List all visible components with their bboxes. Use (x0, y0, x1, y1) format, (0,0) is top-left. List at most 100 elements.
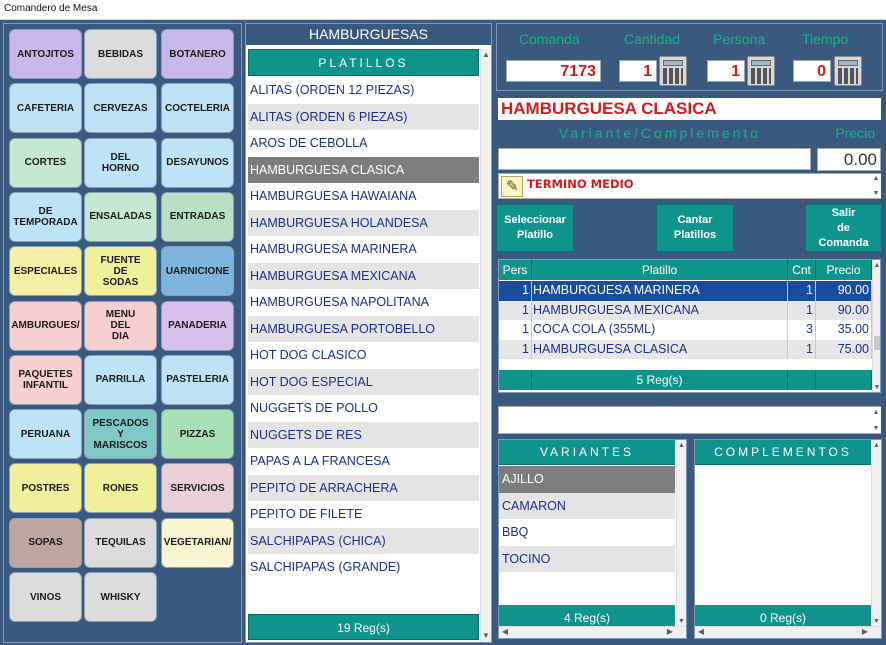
dish-list-item[interactable]: HOT DOG CLASICO (248, 342, 479, 369)
dish-list-item[interactable]: SALCHIPAPAS (CHICA) (248, 527, 479, 554)
category-button[interactable]: WHISKY (84, 572, 157, 622)
scroll-down-icon[interactable]: ▼ (871, 188, 881, 198)
cantidad-field[interactable]: 1 (619, 60, 657, 82)
dish-list-item[interactable]: HAMBURGUESA NAPOLITANA (248, 289, 479, 316)
scroll-right-icon[interactable]: ▶ (664, 627, 676, 638)
variants-hscrollbar[interactable]: ◀ ▶ (499, 626, 686, 638)
category-button[interactable]: RONES (84, 463, 157, 514)
dish-list-item[interactable]: HAMBURGUESA HOLANDESA (248, 209, 479, 236)
scroll-down-icon[interactable]: ▼ (677, 616, 686, 626)
category-button[interactable]: DEL HORNO (84, 137, 157, 188)
dish-list-item[interactable]: HOT DOG ESPECIAL (248, 368, 479, 395)
scroll-up-icon[interactable]: ▲ (481, 49, 491, 61)
scroll-up-icon[interactable]: ▲ (873, 260, 880, 270)
scroll-down-icon[interactable]: ▼ (873, 382, 880, 392)
category-button[interactable]: PAQUETES INFANTIL (9, 354, 82, 405)
edit-note-icon[interactable] (501, 176, 523, 197)
category-button[interactable]: PARRILLA (84, 354, 157, 405)
category-button[interactable]: ANTOJITOS (9, 29, 82, 79)
dish-list-item[interactable]: NUGGETS DE POLLO (248, 395, 479, 422)
scroll-up-icon[interactable]: ▲ (677, 440, 686, 450)
dish-list-item[interactable]: SALCHIPAPAS (GRANDE) (248, 554, 479, 581)
category-button[interactable]: VINOS (9, 572, 82, 622)
table-row[interactable]: 1 HAMBURGUESA MEXICANA 1 90.00 (499, 300, 872, 320)
dish-list-item[interactable]: ALITAS (ORDEN 12 PIEZAS) (248, 77, 479, 104)
table-row[interactable]: 1 HAMBURGUESA MARINERA 1 90.00 (499, 281, 872, 301)
variant-input[interactable] (498, 148, 811, 170)
category-button[interactable]: ESPECIALES (9, 246, 82, 297)
dish-list-item[interactable]: HAMBURGUESA CLASICA (248, 156, 479, 183)
category-button[interactable]: PANADERIA (161, 300, 234, 351)
complements-scrollbar[interactable]: ▲ ▼ (871, 440, 881, 626)
category-button[interactable]: PESCADOS Y MARISCOS (84, 409, 157, 460)
category-button[interactable]: ENSALADAS (84, 191, 157, 242)
category-button[interactable]: CORTES (9, 137, 82, 188)
comments-field[interactable]: ▲ ▼ (498, 406, 881, 434)
category-button[interactable]: PERUANA (9, 409, 82, 460)
scroll-down-icon[interactable]: ▼ (481, 630, 491, 642)
comanda-label: Comanda (519, 31, 580, 47)
category-button[interactable]: CERVEZAS (84, 83, 157, 134)
scroll-down-icon[interactable]: ▼ (871, 423, 881, 433)
category-button[interactable]: UARNICIONE (161, 246, 234, 297)
category-button[interactable]: MENU DEL DIA (84, 300, 157, 351)
tiempo-calculator-icon[interactable] (834, 56, 862, 86)
dish-list-item[interactable]: PAPAS A LA FRANCESA (248, 448, 479, 475)
scroll-up-icon[interactable]: ▲ (872, 440, 881, 450)
persona-calculator-icon[interactable] (747, 56, 775, 86)
dish-list-item[interactable]: HAMBURGUESA PORTOBELLO (248, 315, 479, 342)
dish-list-item[interactable]: HAMBURGUESA MARINERA (248, 236, 479, 263)
note-scrollbar[interactable]: ▲ ▼ (871, 174, 881, 198)
category-button[interactable]: COCTELERIA (161, 83, 234, 134)
category-button[interactable]: SERVICIOS (161, 463, 234, 514)
price-input[interactable]: 0.00 (817, 148, 881, 171)
variants-scrollbar[interactable]: ▲ ▼ (676, 440, 686, 626)
category-button[interactable]: FUENTE DE SODAS (84, 246, 157, 297)
select-dish-button[interactable]: Seleccionar Platillo (496, 204, 574, 252)
category-button[interactable]: SOPAS (9, 517, 82, 568)
category-button[interactable]: ENTRADAS (161, 191, 234, 242)
category-button[interactable]: VEGETARIAN/ (161, 517, 234, 568)
category-button[interactable]: POSTRES (9, 463, 82, 514)
variant-list-item[interactable]: CAMARON (499, 492, 675, 519)
dish-list-item[interactable]: ALITAS (ORDEN 6 PIEZAS) (248, 103, 479, 130)
complements-hscrollbar[interactable]: ◀ ▶ (695, 626, 881, 638)
scroll-left-icon[interactable]: ◀ (499, 627, 511, 638)
category-button[interactable]: BEBIDAS (84, 29, 157, 79)
category-button[interactable]: CAFETERIA (9, 83, 82, 134)
scroll-right-icon[interactable]: ▶ (859, 627, 871, 638)
scroll-up-icon[interactable]: ▲ (871, 173, 881, 183)
dish-list-item[interactable]: PEPITO DE FILETE (248, 501, 479, 528)
persona-field[interactable]: 1 (707, 60, 745, 82)
grid-record-count: 5 Reg(s) (532, 370, 788, 390)
category-button[interactable]: TEQUILAS (84, 517, 157, 568)
scroll-left-icon[interactable]: ◀ (695, 627, 707, 638)
dishes-scrollbar[interactable]: ▲ ▼ (480, 49, 491, 642)
category-button[interactable]: AMBURGUES/ (9, 300, 82, 351)
table-row[interactable]: 1 HAMBURGUESA CLASICA 1 75.00 (499, 339, 872, 359)
cantidad-calculator-icon[interactable] (659, 56, 687, 86)
scroll-down-icon[interactable]: ▼ (872, 616, 881, 626)
sing-dishes-button[interactable]: Cantar Platillos (656, 204, 734, 252)
grid-scroll-thumb[interactable] (874, 336, 880, 350)
scroll-up-icon[interactable]: ▲ (871, 407, 881, 417)
comments-scrollbar[interactable]: ▲ ▼ (871, 407, 881, 433)
category-button[interactable]: DE TEMPORADA (9, 191, 82, 242)
exit-order-button[interactable]: Salir de Comanda (805, 204, 882, 252)
variant-list-item[interactable]: BBQ (499, 519, 675, 546)
tiempo-field[interactable]: 0 (793, 60, 831, 82)
dish-list-item[interactable]: AROS DE CEBOLLA (248, 130, 479, 157)
variant-list-item[interactable]: TOCINO (499, 545, 675, 572)
category-button[interactable]: BOTANERO (161, 29, 234, 79)
variant-list-item[interactable]: AJILLO (499, 466, 675, 493)
category-button[interactable]: PASTELERIA (161, 354, 234, 405)
table-row[interactable]: 1 COCA COLA (355ML) 3 35.00 (499, 320, 872, 340)
dish-list-item[interactable]: HAMBURGUESA MEXICANA (248, 262, 479, 289)
category-button[interactable]: DESAYUNOS (161, 137, 234, 188)
dish-list-item[interactable]: NUGGETS DE RES (248, 421, 479, 448)
dish-list-item[interactable]: HAMBURGUESA HAWAIANA (248, 183, 479, 210)
dish-list-item[interactable]: PEPITO DE ARRACHERA (248, 474, 479, 501)
category-button[interactable]: PIZZAS (161, 409, 234, 460)
grid-scrollbar[interactable]: ▲ ▼ (872, 260, 880, 392)
note-field[interactable]: TERMINO MEDIO ▲ ▼ (498, 173, 881, 199)
